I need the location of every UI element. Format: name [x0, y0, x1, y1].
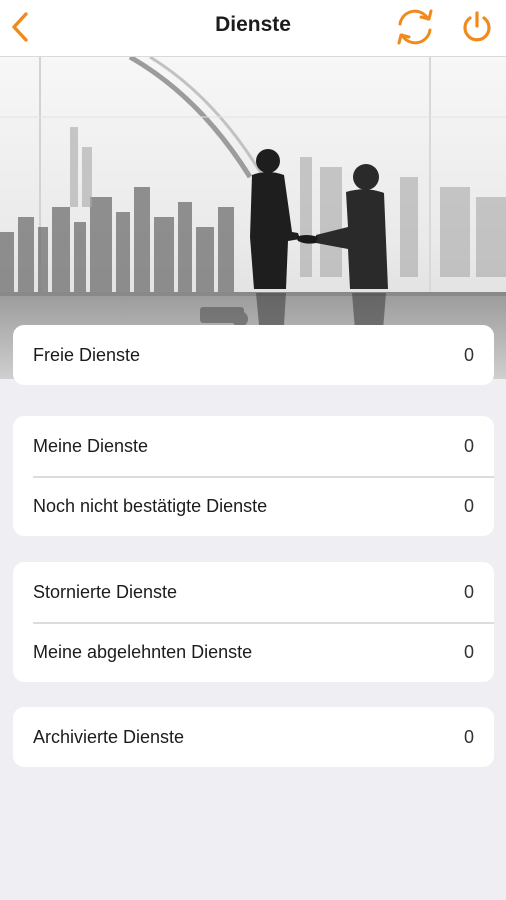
list-item-label: Noch nicht bestätigte Dienste: [33, 496, 268, 516]
refresh-icon: [397, 9, 433, 45]
list-item-count: 0: [463, 582, 474, 602]
list-item-stornierte-dienste[interactable]: Stornierte Dienste 0: [13, 562, 494, 622]
list-item-label: Freie Dienste: [33, 345, 141, 365]
list-item-count: 0: [463, 727, 474, 747]
list-item-meine-dienste[interactable]: Meine Dienste 0: [13, 416, 494, 476]
list-item-archivierte-dienste[interactable]: Archivierte Dienste 0: [13, 707, 494, 767]
list-item-label: Stornierte Dienste: [33, 582, 178, 602]
list-item-unconfirmed-dienste[interactable]: Noch nicht bestätigte Dienste 0: [13, 476, 494, 536]
logout-button[interactable]: [460, 9, 494, 45]
list-item-label: Meine abgelehnten Dienste: [33, 642, 253, 662]
list-item-freie-dienste[interactable]: Freie Dienste 0: [13, 325, 494, 385]
power-icon: [463, 11, 491, 42]
list-item-count: 0: [463, 345, 474, 365]
list-item-count: 0: [463, 642, 474, 662]
refresh-button[interactable]: [392, 6, 438, 48]
list-item-label: Archivierte Dienste: [33, 727, 185, 747]
services-group-cancelled: Stornierte Dienste 0 Meine abgelehnten D…: [13, 562, 494, 682]
list-item-count: 0: [463, 436, 474, 456]
top-app-bar: Dienste: [0, 0, 506, 57]
list-item-label: Meine Dienste: [33, 436, 149, 456]
list-item-abgelehnte-dienste[interactable]: Meine abgelehnten Dienste 0: [13, 622, 494, 682]
services-group-archived: Archivierte Dienste 0: [13, 707, 494, 767]
services-group-open: Freie Dienste 0: [13, 325, 494, 385]
list-item-count: 0: [463, 496, 474, 516]
services-group-mine: Meine Dienste 0 Noch nicht bestätigte Di…: [13, 416, 494, 536]
